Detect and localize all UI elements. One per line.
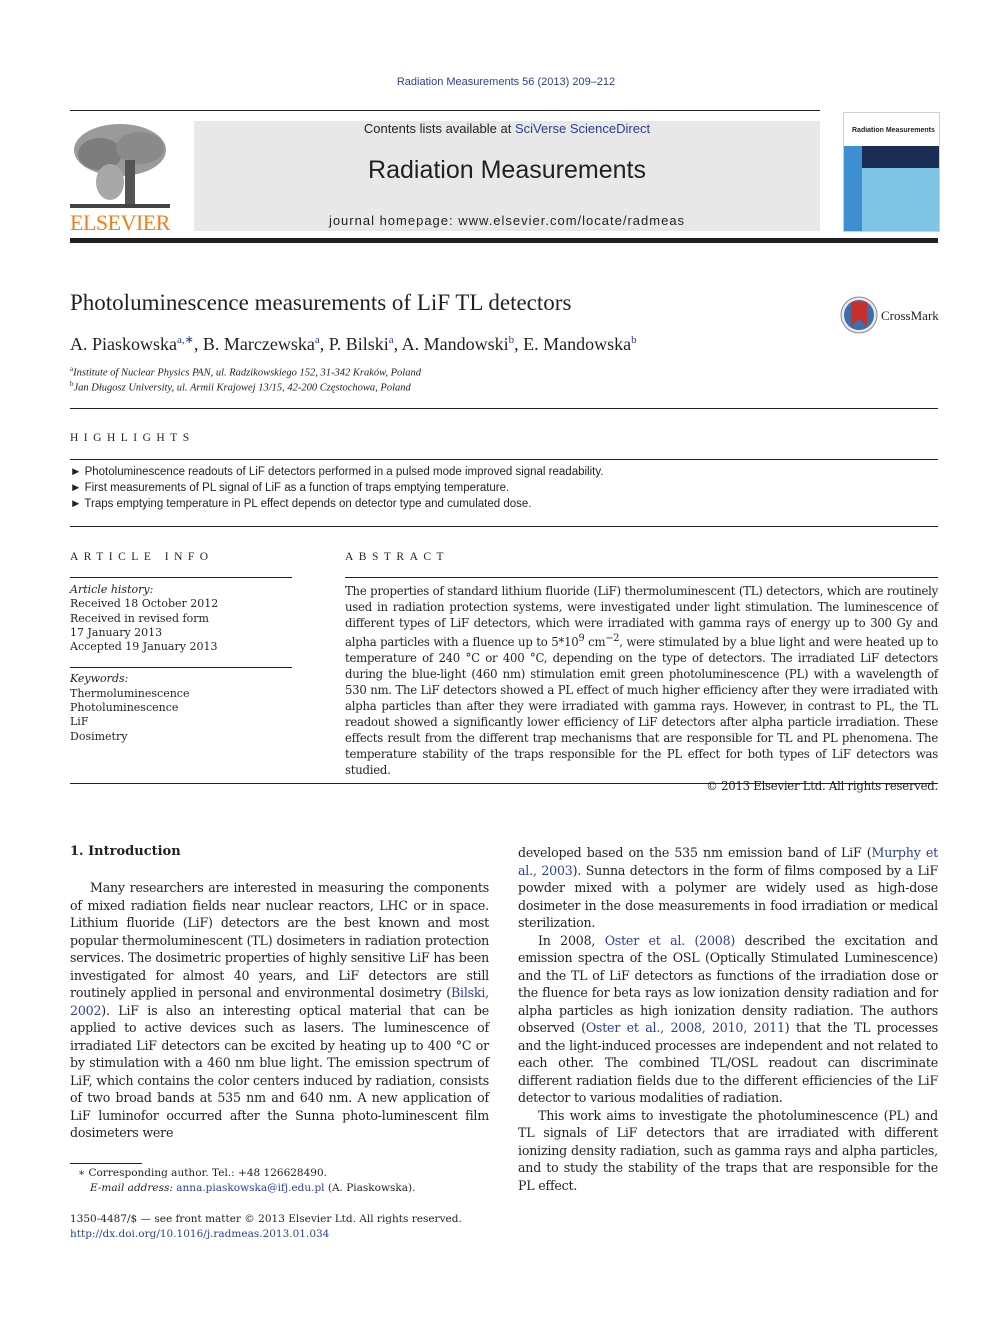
citation-link[interactable]: Oster et al., 2008, 2010, 2011 [586,1020,785,1035]
header-rule [70,110,820,111]
front-matter: 1350-4487/$ — see front matter © 2013 El… [70,1212,462,1242]
contents-line: Contents lists available at SciVerse Sci… [363,121,651,136]
body-column-right: developed based on the 535 nm emission b… [518,844,938,1194]
issn-line: 1350-4487/$ — see front matter © 2013 El… [70,1213,462,1225]
highlight-item: ► Traps emptying temperature in PL effec… [70,498,532,510]
abstract-body: The properties of standard lithium fluor… [345,583,938,794]
journal-name: Radiation Measurements [368,156,646,184]
paragraph: developed based on the 535 nm emission b… [518,845,939,930]
citation-link[interactable]: Radiation Measurements 56 (2013) 209–212 [397,76,615,88]
history-line: Accepted 19 January 2013 [70,640,218,654]
history-line: Received in revised form [70,611,209,625]
divider [70,408,938,409]
author[interactable]: P. Bilskia [329,334,394,354]
divider [345,577,938,578]
keyword: Thermoluminescence [70,686,190,700]
author-affil-mark[interactable]: b [631,334,637,346]
crossmark-badge[interactable]: CrossMark [840,296,940,336]
journal-homepage: journal homepage: www.elsevier.com/locat… [328,213,686,228]
crossmark-label: CrossMark [881,308,939,323]
homepage-link[interactable]: www.elsevier.com/locate/radmeas [458,213,685,228]
abstract-text: The properties of standard lithium fluor… [345,584,938,777]
divider [70,577,292,578]
bullet-icon: ► [70,466,82,478]
bullet-icon: ► [70,482,82,494]
abstract-heading: ABSTRACT [345,551,450,563]
journal-banner: Contents lists available at SciVerse Sci… [194,121,820,231]
bullet-icon: ► [70,498,82,510]
highlights-heading: HIGHLIGHTS [70,432,195,444]
email-link[interactable]: anna.piaskowska@ifj.edu.pl [176,1182,324,1194]
highlights-list: ► Photoluminescence readouts of LiF dete… [70,464,603,512]
keyword: Dosimetry [70,729,128,743]
keyword: LiF [70,715,89,729]
section-heading-introduction: 1. Introduction [70,844,181,859]
journal-cover-thumbnail[interactable]: Radiation Measurements [843,112,940,232]
history-line: Received 18 October 2012 [70,597,219,611]
author[interactable]: B. Marczewskaa [203,334,320,354]
divider [70,667,292,669]
corresponding-author-note: ∗ Corresponding author. Tel.: +48 126628… [78,1167,327,1179]
article-info-heading: ARTICLE INFO [70,551,214,563]
abstract-copyright: © 2013 Elsevier Ltd. All rights reserved… [706,778,938,793]
cover-title: Radiation Measurements [852,127,935,134]
sciencedirect-link[interactable]: SciVerse ScienceDirect [515,121,650,136]
divider [70,459,938,460]
paragraph: In 2008, Oster et al. (2008) described t… [518,932,938,1106]
header-thick-rule [70,238,938,243]
highlight-item: ► Photoluminescence readouts of LiF dete… [70,466,604,478]
article-info: Article history: Received 18 October 201… [70,583,292,744]
author[interactable]: A. Mandowskib [402,334,515,354]
elsevier-tree-icon [70,120,170,212]
paragraph: This work aims to investigate the photol… [518,1107,938,1193]
highlight-item: ► First measurements of PL signal of LiF… [70,482,510,494]
author[interactable]: E. Mandowskab [523,334,636,354]
journal-citation[interactable]: Radiation Measurements 56 (2013) 209–212 [0,76,992,88]
divider [70,526,938,527]
keywords-label: Keywords: [70,672,129,686]
footnote: ∗ Corresponding author. Tel.: +48 126628… [78,1166,415,1196]
affiliation: bJan Długosz University, ul. Armii Krajo… [70,380,411,394]
doi-link[interactable]: http://dx.doi.org/10.1016/j.radmeas.2013… [70,1228,329,1240]
citation-link[interactable]: Oster et al. (2008) [605,933,736,948]
email-line: E-mail address: anna.piaskowska@ifj.edu.… [90,1182,416,1194]
author-affil-mark[interactable]: a,∗ [177,334,194,346]
cover-side-band [844,146,862,231]
history-label: Article history: [70,583,154,596]
paragraph: Many researchers are interested in measu… [70,880,489,1140]
history-line: 17 January 2013 [70,625,163,639]
author[interactable]: A. Piaskowskaa,∗ [70,334,194,354]
footnote-rule [70,1163,142,1164]
keyword: Photoluminescence [70,701,179,715]
elsevier-wordmark: ELSEVIER [70,210,170,235]
body-column-left: Many researchers are interested in measu… [70,879,489,1142]
crossmark-icon [840,296,878,334]
author-list: A. Piaskowskaa,∗, B. Marczewskaa, P. Bil… [70,334,637,354]
affiliation: aInstitute of Nuclear Physics PAN, ul. R… [70,365,421,379]
divider [70,783,938,784]
article-title: Photoluminescence measurements of LiF TL… [70,290,572,315]
elsevier-logo[interactable]: ELSEVIER [70,120,170,235]
